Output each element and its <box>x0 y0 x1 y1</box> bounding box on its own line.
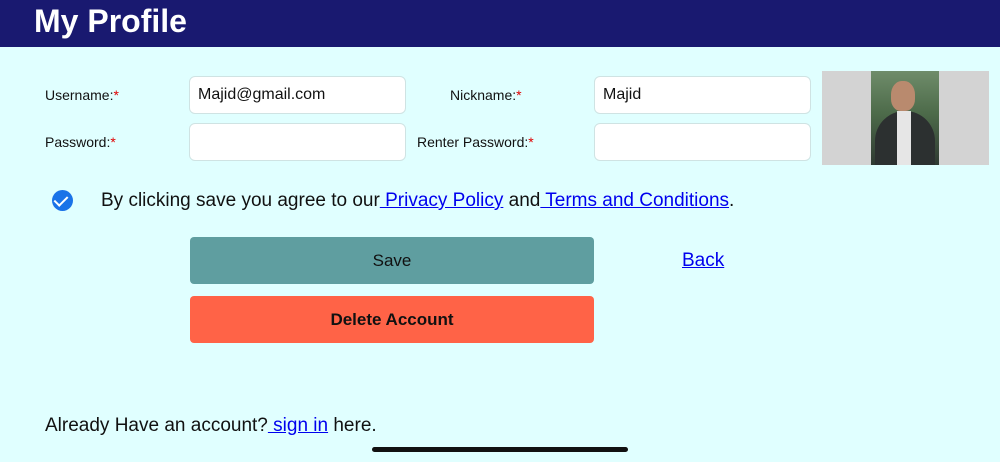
required-mark: * <box>113 87 119 103</box>
password-label-text: Password: <box>45 134 111 150</box>
avatar-face <box>891 81 915 111</box>
avatar-shirt <box>897 111 911 165</box>
agreement-text-before: By clicking save you agree to our <box>101 190 380 211</box>
page-title: My Profile <box>34 3 187 39</box>
profile-avatar[interactable] <box>822 71 989 165</box>
header-bar: My Profile <box>0 0 1000 47</box>
username-label: Username:* <box>45 86 119 104</box>
privacy-policy-link[interactable]: Privacy Policy <box>380 190 503 211</box>
username-label-text: Username: <box>45 87 114 103</box>
home-indicator[interactable] <box>372 447 628 452</box>
signin-text-after: here. <box>328 415 377 436</box>
agreement-text-after: . <box>729 190 735 211</box>
required-mark: * <box>110 134 116 150</box>
nickname-label: Nickname:* <box>450 86 522 104</box>
checkmark-circle-icon[interactable] <box>52 190 73 211</box>
username-field[interactable] <box>189 76 406 114</box>
nickname-label-text: Nickname: <box>450 87 517 103</box>
renter-password-field[interactable] <box>594 123 811 161</box>
delete-account-button[interactable]: Delete Account <box>190 296 594 343</box>
back-link[interactable]: Back <box>682 249 724 273</box>
password-label: Password:* <box>45 133 116 151</box>
renter-password-label: Renter Password:* <box>417 133 534 151</box>
renter-password-label-text: Renter Password: <box>417 134 529 150</box>
signin-prompt: Already Have an account? sign in here. <box>45 414 377 438</box>
required-mark: * <box>516 87 522 103</box>
sign-in-link[interactable]: sign in <box>268 415 328 436</box>
profile-photo <box>871 71 939 165</box>
password-field[interactable] <box>189 123 406 161</box>
check-mark <box>53 192 69 207</box>
required-mark: * <box>528 134 534 150</box>
agreement-text-middle: and <box>503 190 541 211</box>
save-button[interactable]: Save <box>190 237 594 284</box>
terms-conditions-link[interactable]: Terms and Conditions <box>540 190 729 211</box>
signin-text-before: Already Have an account? <box>45 415 268 436</box>
nickname-field[interactable] <box>594 76 811 114</box>
agreement-text: By clicking save you agree to our Privac… <box>101 189 734 213</box>
